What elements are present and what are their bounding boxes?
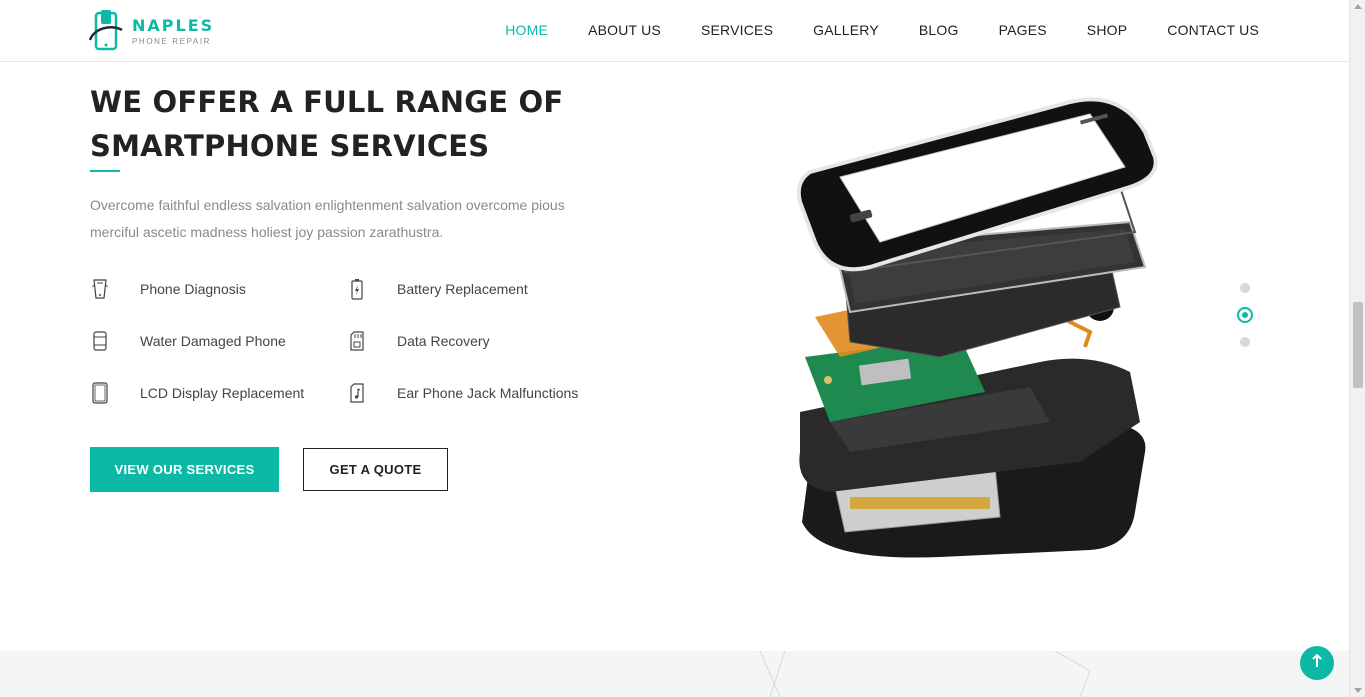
view-our-services-button[interactable]: VIEW OUR SERVICES	[90, 447, 279, 492]
water-damage-icon	[90, 328, 110, 354]
nav-item-gallery[interactable]: GALLERY	[813, 22, 879, 38]
feature-item-ear-phone-jack: Ear Phone Jack Malfunctions	[347, 380, 607, 406]
scroll-up-arrow-icon[interactable]	[1354, 4, 1362, 9]
hero-title: WE OFFER A FULL RANGE OF SMARTPHONE SERV…	[90, 80, 650, 168]
feature-item-phone-diagnosis: Phone Diagnosis	[90, 276, 347, 302]
slider-dot-1[interactable]	[1240, 283, 1250, 293]
slider-pagination	[1236, 283, 1254, 364]
music-note-icon	[347, 380, 367, 406]
feature-label: LCD Display Replacement	[140, 385, 305, 401]
back-to-top-button[interactable]	[1300, 646, 1334, 680]
slider-dot-3[interactable]	[1240, 337, 1250, 347]
feature-label: Water Damaged Phone	[140, 333, 286, 349]
feature-label: Battery Replacement	[397, 281, 528, 297]
feature-list: Phone Diagnosis Battery Replacement Wate…	[90, 276, 610, 406]
feature-item-lcd-display-replacement: LCD Display Replacement	[90, 380, 347, 406]
main-nav: HOME ABOUT US SERVICES GALLERY BLOG PAGE…	[465, 0, 1259, 60]
feature-item-battery-replacement: Battery Replacement	[347, 276, 607, 302]
nav-item-about-us[interactable]: ABOUT US	[588, 22, 661, 38]
scrollbar-thumb[interactable]	[1353, 302, 1363, 388]
hero-description: Overcome faithful endless salvation enli…	[90, 197, 565, 240]
arrow-up-icon	[1311, 653, 1323, 673]
hero-title-line1: WE OFFER A FULL RANGE OF	[90, 85, 564, 119]
feature-item-water-damaged-phone: Water Damaged Phone	[90, 328, 347, 354]
nav-item-home[interactable]: HOME	[505, 22, 548, 38]
brand-tagline: PHONE REPAIR	[132, 36, 212, 46]
nav-item-blog[interactable]: BLOG	[919, 22, 959, 38]
nav-item-services[interactable]: SERVICES	[701, 22, 773, 38]
page-scrollbar[interactable]	[1349, 0, 1365, 697]
title-underline	[90, 170, 120, 172]
exploded-phone-image	[790, 92, 1170, 562]
site-header: NAPLES PHONE REPAIR HOME ABOUT US SERVIC…	[0, 0, 1349, 62]
feature-label: Data Recovery	[397, 333, 490, 349]
nav-item-contact-us[interactable]: CONTACT US	[1167, 22, 1259, 38]
hero-title-line2: SMARTPHONE SERVICES	[90, 129, 490, 163]
get-a-quote-button[interactable]: GET A QUOTE	[303, 448, 448, 491]
phone-diagnosis-icon	[90, 276, 110, 302]
nav-item-shop[interactable]: SHOP	[1087, 22, 1127, 38]
site-logo[interactable]: NAPLES PHONE REPAIR	[88, 10, 214, 52]
feature-item-data-recovery: Data Recovery	[347, 328, 607, 354]
brand-name: NAPLES	[132, 15, 215, 35]
feature-label: Phone Diagnosis	[140, 281, 246, 297]
sd-card-icon	[347, 328, 367, 354]
nav-item-pages[interactable]: PAGES	[999, 22, 1047, 38]
feature-label: Ear Phone Jack Malfunctions	[397, 385, 579, 401]
slider-dot-2[interactable]	[1237, 307, 1253, 323]
next-section-band	[0, 651, 1349, 697]
lcd-display-icon	[90, 380, 110, 406]
phone-logo-icon	[88, 10, 124, 52]
scroll-down-arrow-icon[interactable]	[1354, 688, 1362, 693]
battery-icon	[347, 276, 367, 302]
